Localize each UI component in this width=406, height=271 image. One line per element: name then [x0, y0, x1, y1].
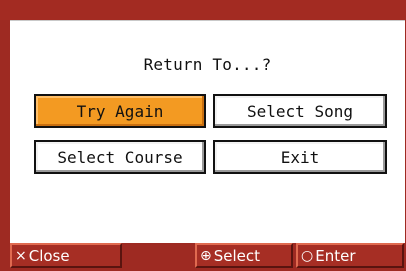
try-again-button[interactable]: Try Again [34, 94, 206, 128]
select-key-label: Select [213, 246, 261, 265]
dial-icon: ⊕ [200, 247, 212, 264]
screen-frame: Return To...? Try Again Select Song Sele… [0, 0, 406, 271]
dialog-title: Return To...? [143, 55, 272, 74]
enter-key[interactable]: ○ Enter [296, 243, 404, 268]
circle-icon: ○ [301, 247, 314, 264]
exit-button[interactable]: Exit [213, 140, 387, 174]
select-key[interactable]: ⊕ Select [195, 243, 293, 268]
top-bar [0, 0, 406, 20]
close-x-icon: × [15, 247, 27, 264]
close-key[interactable]: × Close [10, 243, 122, 268]
enter-key-label: Enter [315, 246, 356, 265]
close-key-label: Close [28, 246, 70, 265]
dialog-panel: Return To...? Try Again Select Song Sele… [10, 20, 405, 244]
select-song-button[interactable]: Select Song [213, 94, 387, 128]
select-course-button[interactable]: Select Course [34, 140, 206, 174]
